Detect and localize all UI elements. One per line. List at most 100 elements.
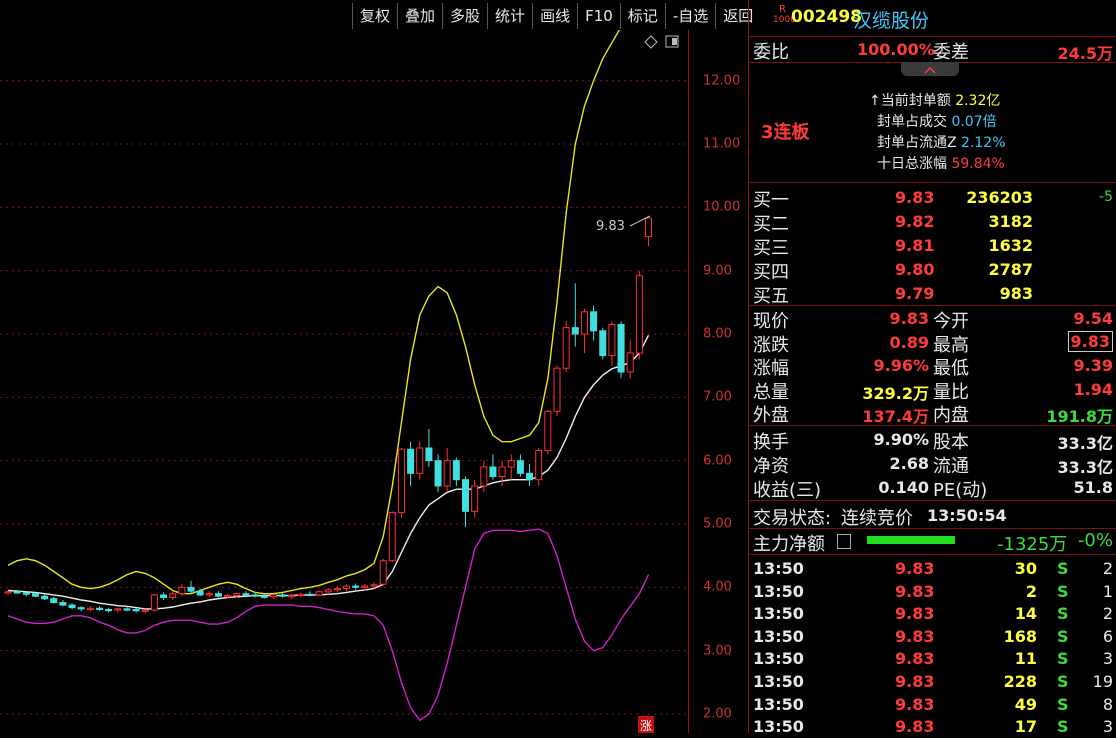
chart-corner-icons	[644, 35, 679, 49]
bid-row[interactable]: 买二 9.82 3182	[749, 210, 1116, 235]
candle-body	[590, 311, 598, 332]
toolbar-multi-stock[interactable]: 多股	[442, 3, 487, 29]
candle-body	[114, 608, 122, 611]
tick-row: 13:50 9.83 2 S 1	[749, 580, 1116, 603]
candle-body	[4, 591, 12, 594]
candle-body	[141, 609, 149, 612]
candle-body	[86, 607, 94, 610]
bid-volume: 983	[999, 284, 1033, 303]
seal-label: ↑当前封单额	[869, 93, 951, 109]
bid-volume: 236203	[966, 188, 1033, 207]
candle-body	[22, 592, 30, 595]
fund-value: 2.68	[889, 454, 929, 473]
candle-body	[260, 595, 268, 598]
candle-body	[306, 593, 314, 596]
tick-time: 13:50	[753, 694, 804, 714]
chart-toolbar: 复权 叠加 多股 统计 画线 F10 标记 -自选 返回	[352, 3, 760, 29]
tick-volume: 228	[1003, 672, 1037, 691]
divider	[749, 554, 1116, 555]
candle-body	[489, 466, 497, 477]
tick-volume: 2	[1025, 581, 1037, 601]
tick-count: 3	[1102, 717, 1113, 737]
candle-body	[361, 585, 369, 588]
list-icon[interactable]	[837, 534, 851, 549]
main-flow-row: 主力净额 -1325万 -0%	[749, 530, 1116, 555]
divider	[749, 36, 1116, 37]
toolbar-stats[interactable]: 统计	[487, 3, 532, 29]
fund-value: 51.8	[1073, 478, 1113, 497]
candle-body	[507, 460, 515, 468]
main-flow-value: -1325万	[997, 534, 1068, 555]
quote-row: 总量 329.2万 量比 1.94	[749, 378, 1116, 403]
weicha-label: 委差	[933, 42, 969, 63]
quote-label: 总量	[753, 381, 789, 403]
candle-body	[41, 595, 49, 600]
moving-average-line	[7, 334, 650, 610]
toolbar-overlay[interactable]: 叠加	[397, 3, 442, 29]
candle-body	[388, 512, 396, 562]
tick-count: 2	[1102, 559, 1113, 578]
tick-side: S	[1057, 717, 1069, 737]
chevron-up-icon	[924, 66, 936, 74]
candle-body	[50, 598, 58, 604]
bid-row[interactable]: 买五 9.79 983	[749, 282, 1116, 307]
fund-row: 收益(三) 0.140 PE(动) 51.8	[749, 476, 1116, 501]
toolbar-mark[interactable]: 标记	[619, 3, 665, 29]
bid-price: 9.81	[895, 236, 935, 255]
tick-count: 8	[1102, 694, 1113, 714]
tick-time: 13:50	[753, 672, 804, 691]
y-tick-label: 2.00	[703, 706, 732, 722]
quote-value: 9.83	[889, 309, 929, 328]
tick-time: 13:50	[753, 559, 804, 578]
bid-label: 买四	[753, 262, 789, 283]
seal-value: 59.84%	[951, 156, 1005, 172]
tick-row: 13:50 9.83 228 S 19	[749, 670, 1116, 693]
tick-price: 9.83	[895, 717, 935, 737]
quote-value: 9.39	[1073, 356, 1113, 375]
fund-row: 换手 9.90% 股本 33.3亿	[749, 428, 1116, 453]
fund-label: 净资	[753, 456, 789, 477]
tick-price: 9.83	[895, 649, 935, 669]
tick-price: 9.83	[895, 559, 935, 578]
bid-row[interactable]: 买三 9.81 1632	[749, 234, 1116, 259]
candle-body	[452, 460, 460, 481]
divider	[749, 528, 1116, 529]
tick-count: 6	[1102, 626, 1113, 646]
toolbar-draw[interactable]: 画线	[532, 3, 577, 29]
bid-row[interactable]: 买四 9.80 2787	[749, 258, 1116, 283]
main-flow-pct: -0%	[1077, 530, 1113, 551]
candle-body	[370, 584, 378, 587]
toolbar-watchlist[interactable]: -自选	[664, 3, 715, 29]
quote-row: 涨幅 9.96% 最低 9.39	[749, 354, 1116, 379]
bid-volume: 3182	[988, 212, 1033, 231]
bid-price: 9.79	[895, 284, 935, 303]
diamond-icon[interactable]	[644, 35, 658, 49]
candle-body	[169, 593, 177, 598]
tick-time: 13:50	[753, 581, 804, 601]
tick-count: 2	[1102, 604, 1113, 624]
tick-time: 13:50	[753, 717, 804, 737]
lower-band-line	[7, 528, 650, 722]
bid-row[interactable]: 买一 9.83 236203 -5	[749, 186, 1116, 211]
kline-chart[interactable]: 9.83 涨	[0, 30, 688, 733]
quote-label: 内盘	[933, 405, 969, 426]
seal-info: ↑当前封单额 2.32亿 封单占成交 0.07倍 封单占流通Z 2.12% 十日…	[869, 90, 1109, 174]
tick-count: 1	[1102, 581, 1113, 601]
candle-body	[160, 594, 168, 598]
fund-value: 33.3亿	[1057, 434, 1113, 453]
tick-price: 9.83	[895, 694, 935, 714]
candle-body	[443, 460, 451, 487]
candle-body	[269, 594, 277, 598]
y-tick-label: 7.00	[703, 389, 732, 405]
candle-body	[599, 330, 607, 357]
collapse-button[interactable]	[901, 62, 959, 76]
chart-candles	[4, 217, 652, 614]
trade-status-label: 交易状态:	[753, 508, 832, 529]
candle-body	[480, 466, 488, 487]
tick-side: S	[1057, 672, 1069, 691]
toolbar-fuquan[interactable]: 复权	[352, 3, 397, 29]
candle-body	[333, 588, 341, 591]
stock-name: 汉缆股份	[853, 10, 930, 32]
toolbar-f10[interactable]: F10	[577, 3, 620, 29]
weicha-value: 24.5万	[1057, 44, 1113, 63]
